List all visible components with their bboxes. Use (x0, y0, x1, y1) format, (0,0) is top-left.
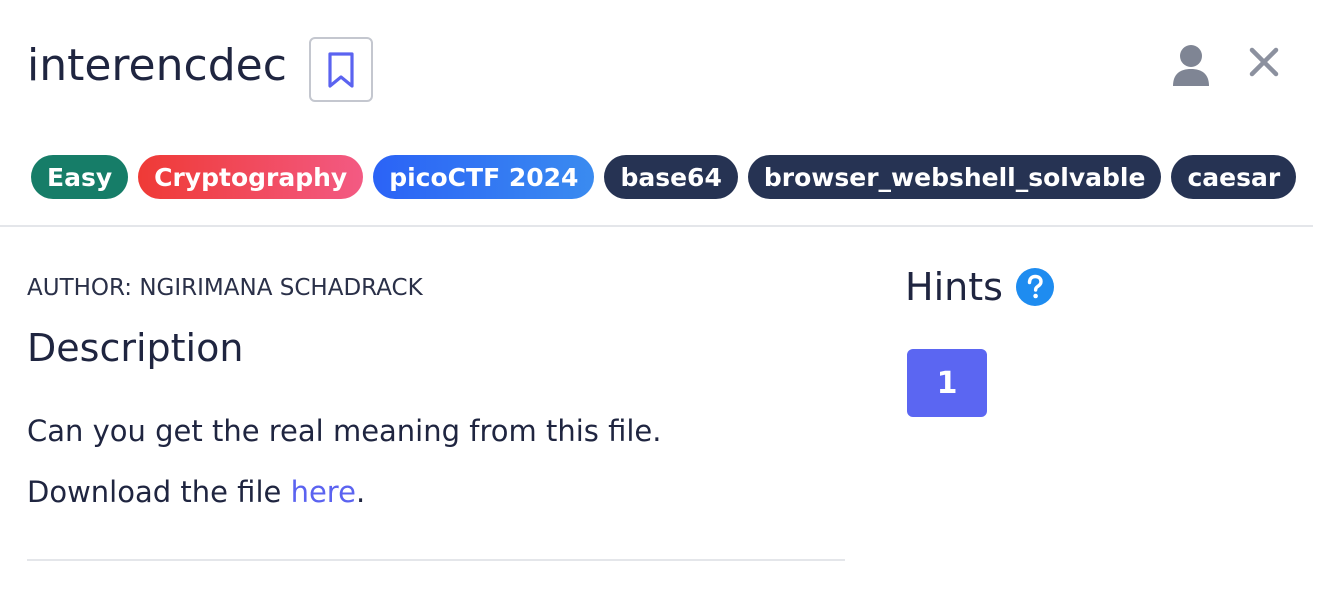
close-icon (1249, 47, 1279, 77)
tag-list: Easy Cryptography picoCTF 2024 base64 br… (31, 155, 1297, 199)
question-circle-icon[interactable] (1015, 267, 1055, 307)
challenge-modal: interencdec Easy Cryptography picoCTF 20… (0, 0, 1323, 609)
challenge-title: interencdec (27, 40, 287, 91)
download-link[interactable]: here (291, 475, 356, 509)
user-button[interactable] (1170, 44, 1212, 88)
tag-base64[interactable]: base64 (604, 155, 738, 199)
close-button[interactable] (1244, 42, 1284, 82)
download-prefix: Download the file (27, 475, 291, 509)
bookmark-icon (328, 51, 354, 88)
hint-button-1[interactable]: 1 (907, 349, 987, 417)
tag-event[interactable]: picoCTF 2024 (373, 155, 595, 199)
user-icon (1173, 45, 1209, 86)
author-label: AUTHOR: NGIRIMANA SCHADRACK (27, 275, 423, 301)
hints-label: Hints (905, 265, 1003, 309)
hints-heading: Hints (905, 265, 1055, 309)
tag-browser-webshell[interactable]: browser_webshell_solvable (747, 155, 1162, 199)
tag-caesar[interactable]: caesar (1171, 155, 1297, 199)
modal-header: interencdec Easy Cryptography picoCTF 20… (0, 0, 1323, 226)
description-text: Can you get the real meaning from this f… (27, 414, 662, 448)
tag-category[interactable]: Cryptography (138, 155, 364, 199)
download-text: Download the file here. (27, 475, 365, 509)
header-divider (0, 225, 1313, 227)
bookmark-button[interactable] (309, 37, 373, 102)
download-suffix: . (355, 475, 366, 509)
description-heading: Description (27, 326, 244, 370)
description-divider (27, 559, 845, 561)
tag-difficulty[interactable]: Easy (31, 155, 129, 199)
